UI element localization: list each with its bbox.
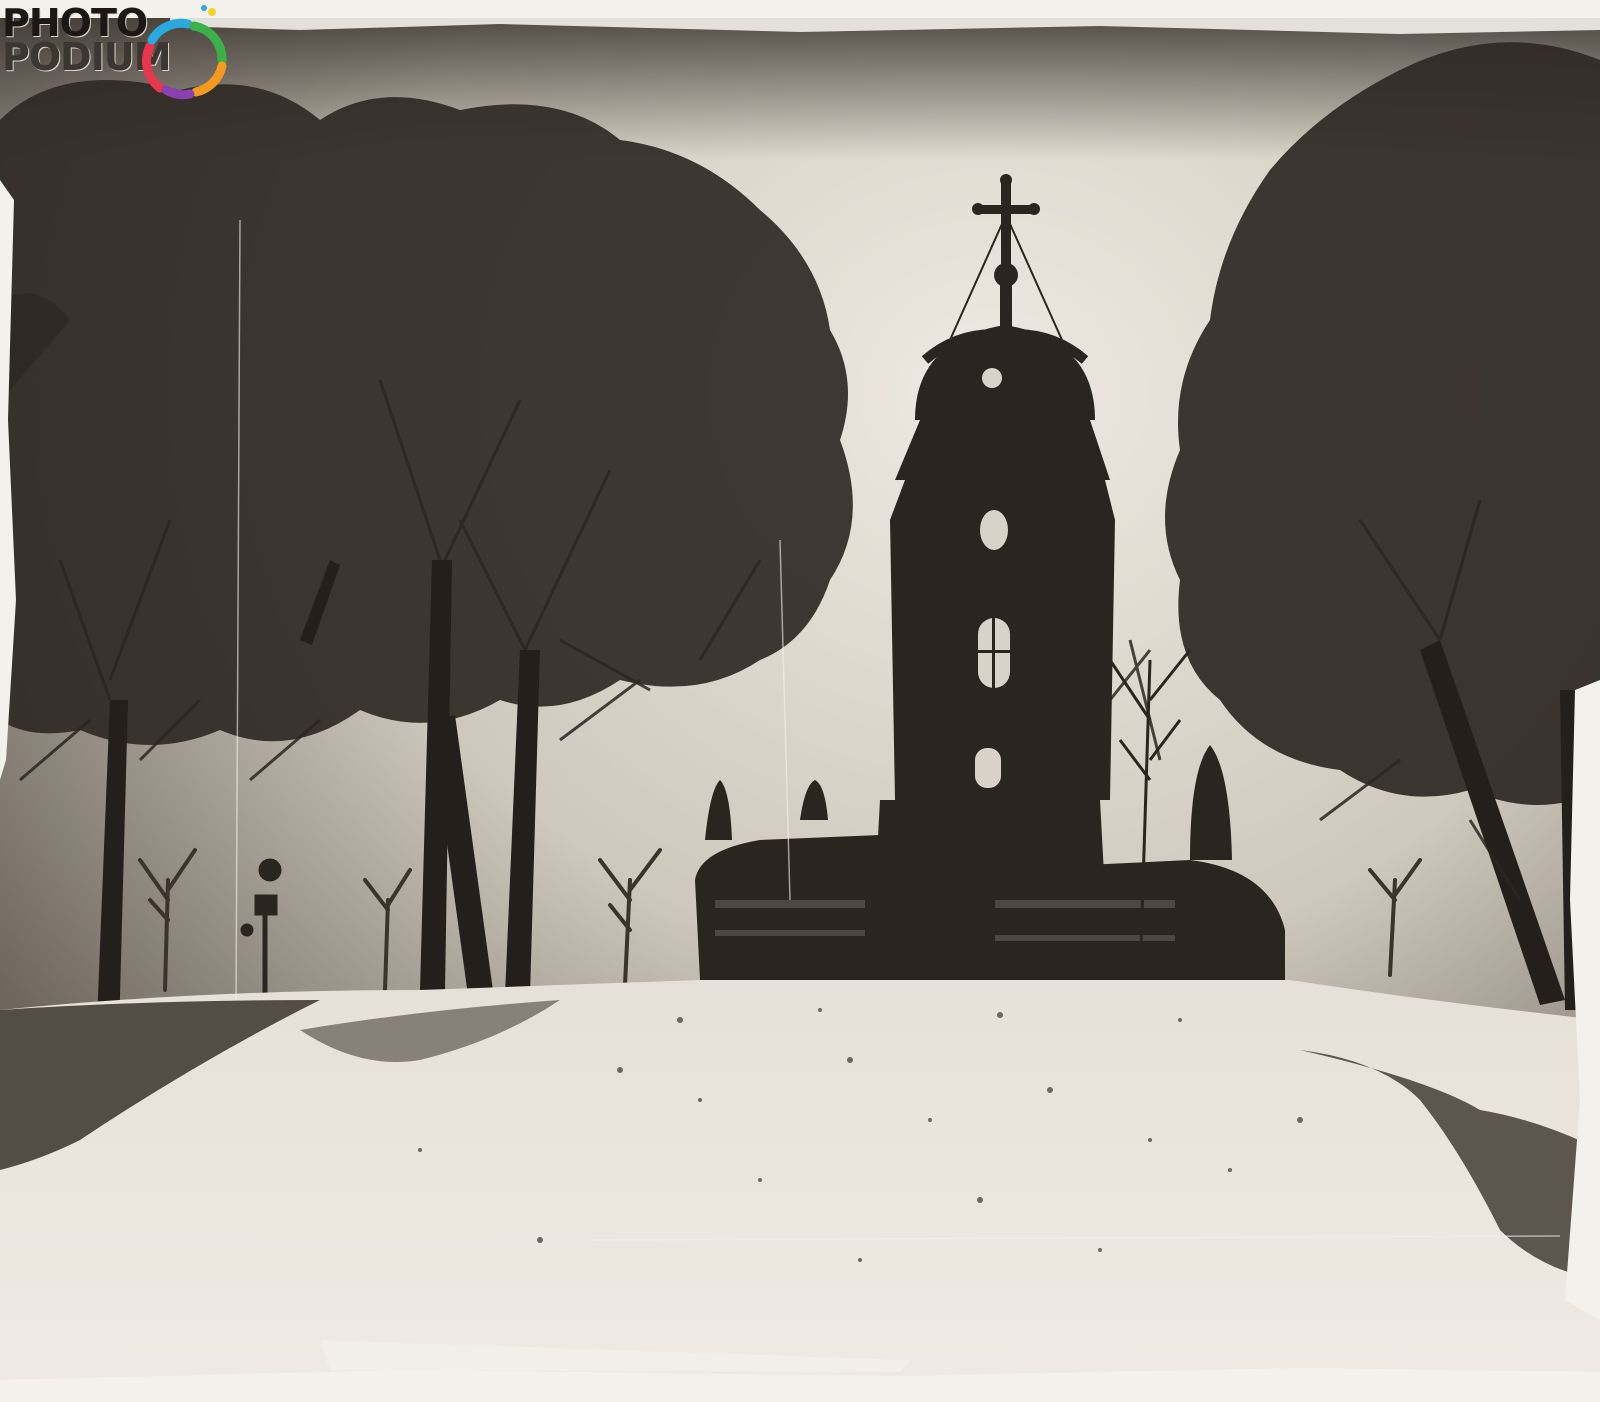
snow-hill xyxy=(0,980,1600,1402)
church-winter-scene xyxy=(0,0,1600,1402)
photo-frame: PHOTO PODIUM xyxy=(0,0,1600,1402)
photopodium-logo: PHOTO PODIUM xyxy=(0,0,240,100)
logo-color-ring-icon xyxy=(142,5,227,100)
